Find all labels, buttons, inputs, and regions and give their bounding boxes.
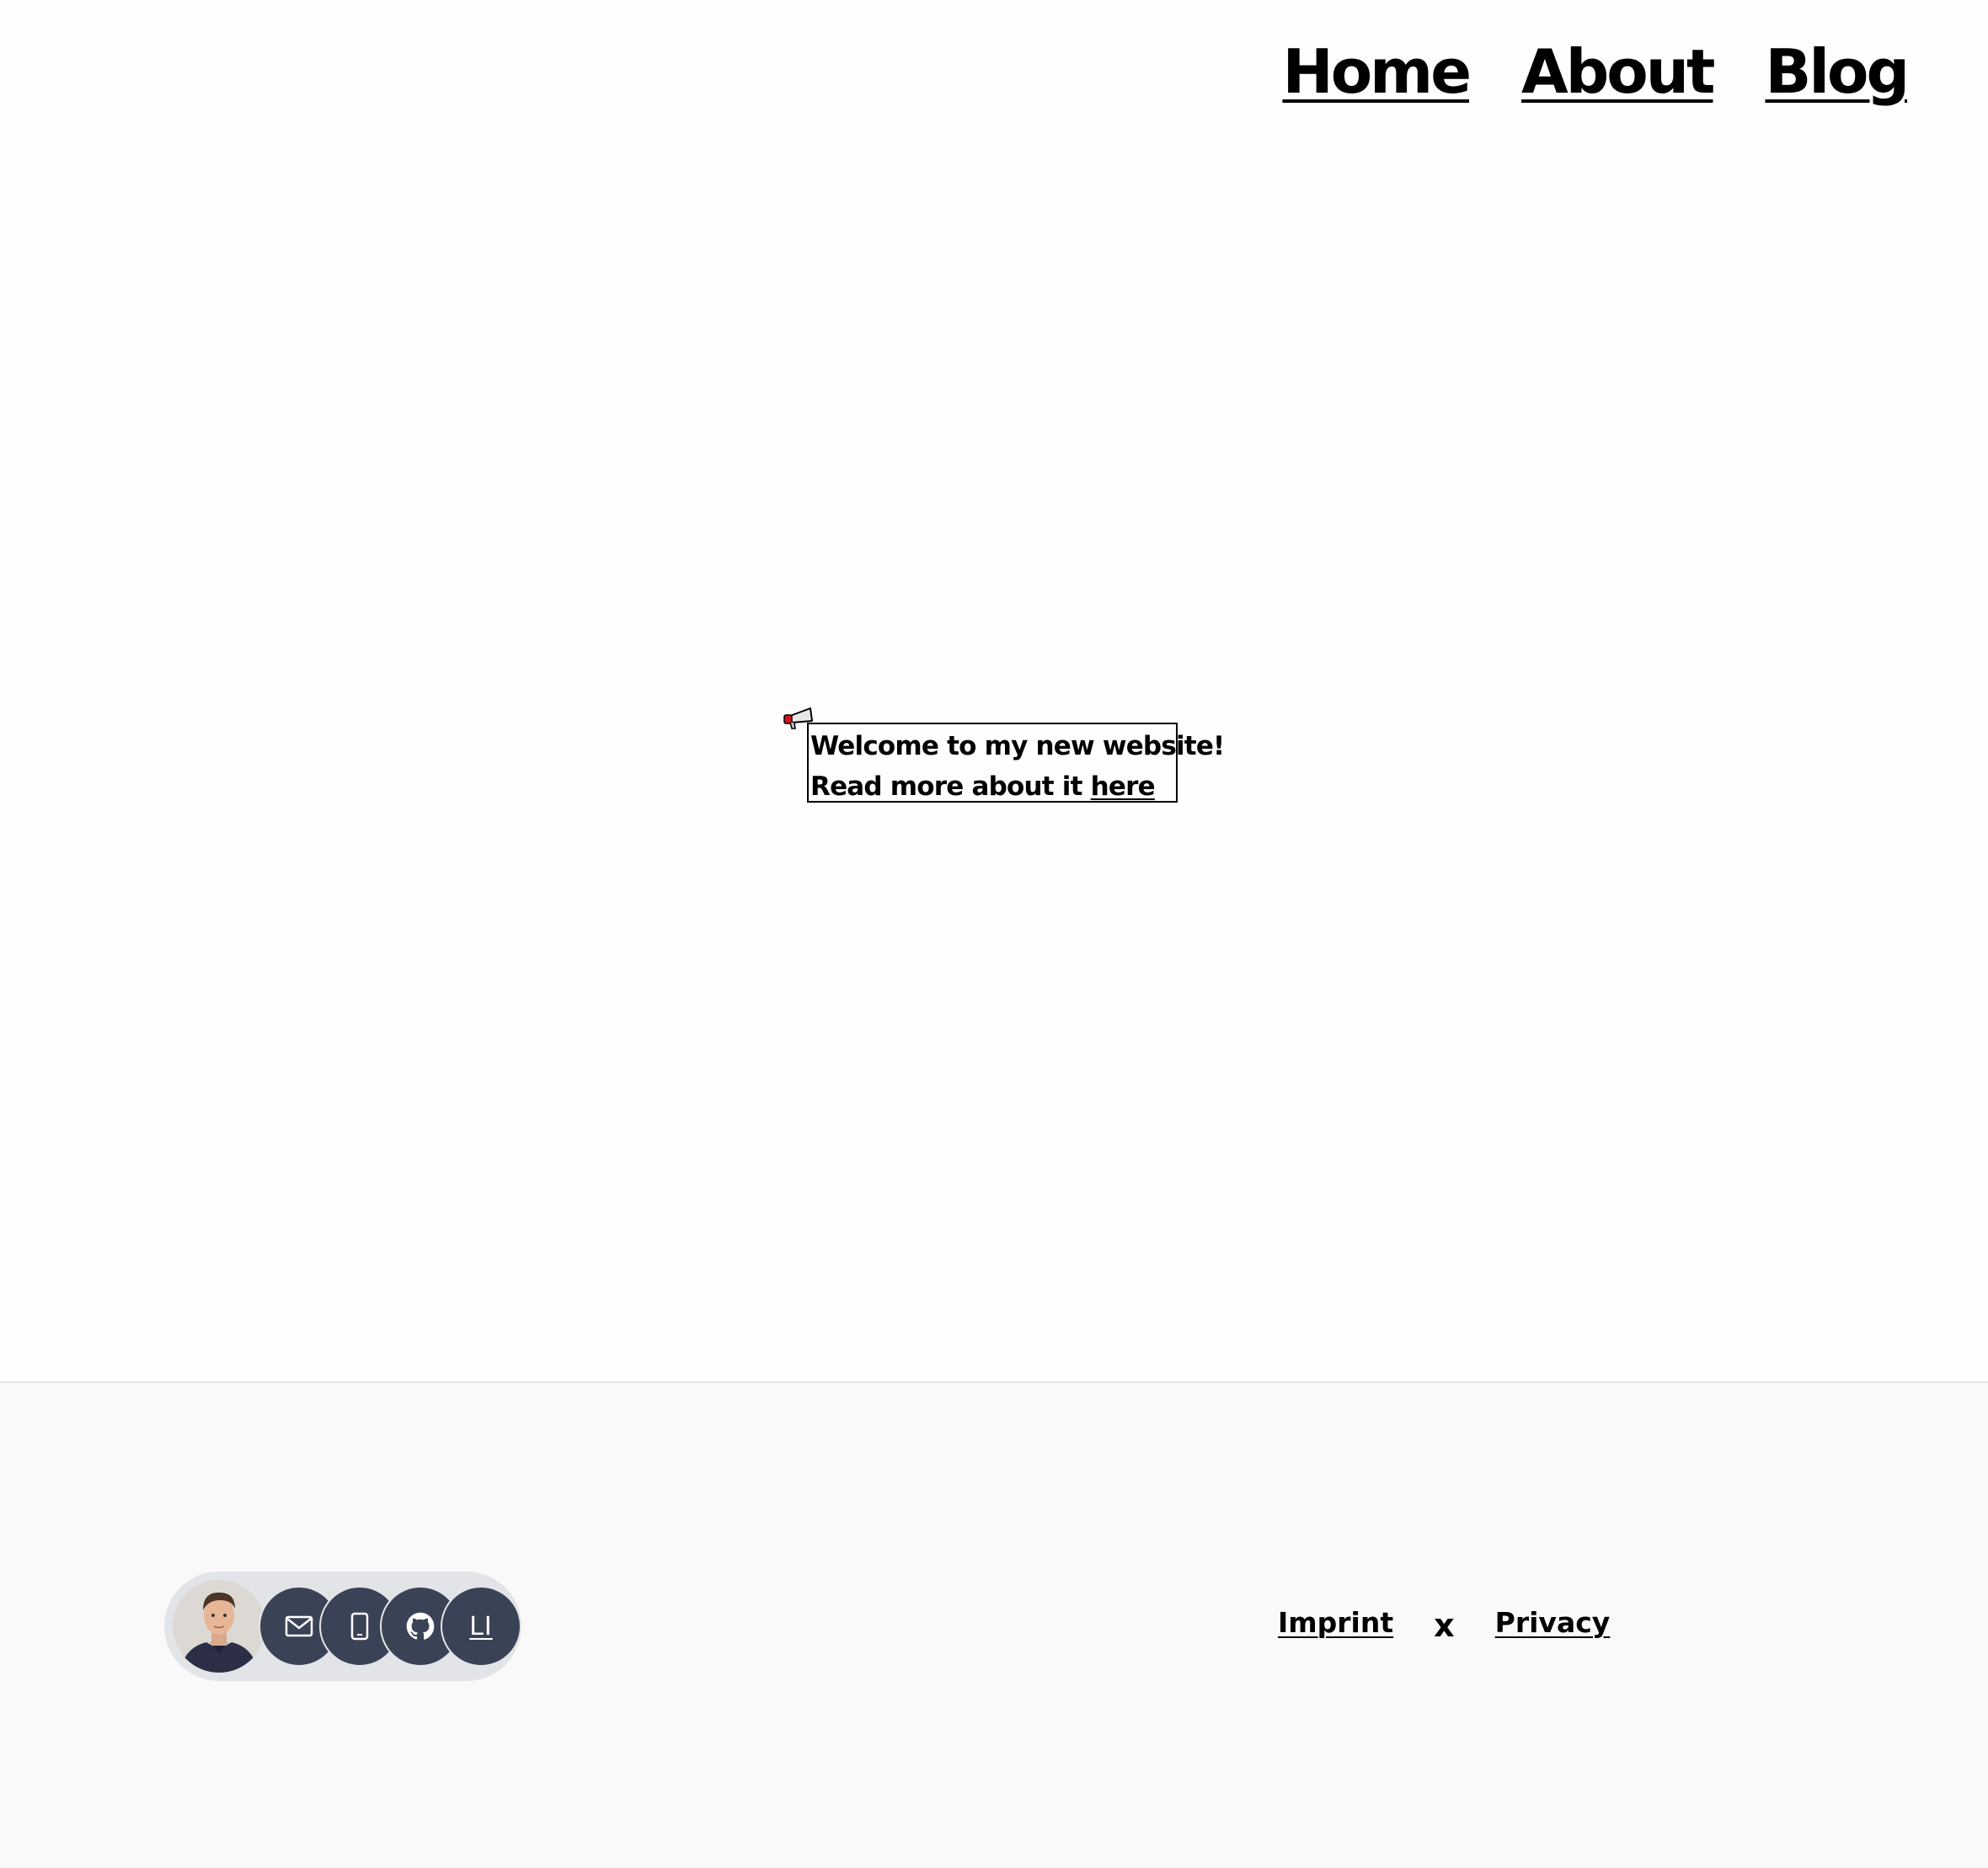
page: Home About Blog Welcome to my new websit… <box>0 0 1988 1868</box>
github-icon <box>406 1612 435 1640</box>
linkedin-button[interactable]: LI <box>441 1586 521 1667</box>
announcement-link[interactable]: here <box>1091 771 1156 802</box>
imprint-link[interactable]: Imprint <box>1278 1606 1393 1639</box>
privacy-link[interactable]: Privacy <box>1495 1606 1611 1639</box>
avatar <box>173 1580 265 1673</box>
footer-separator: x <box>1434 1607 1455 1644</box>
footer: LI Imprint x Privacy <box>0 1381 1988 1868</box>
nav-link-about[interactable]: About <box>1521 35 1715 108</box>
announcement-text: Read more about it here <box>810 766 1176 807</box>
footer-links: Imprint x Privacy <box>1278 1604 1611 1645</box>
announcement-box: Welcome to my new website! Read more abo… <box>807 723 1225 803</box>
announcement-text-prefix: Read more about it <box>810 771 1091 802</box>
nav-link-blog[interactable]: Blog <box>1765 35 1910 108</box>
phone-icon <box>350 1612 369 1641</box>
contact-pill: LI <box>164 1572 521 1681</box>
linkedin-icon: LI <box>469 1611 493 1641</box>
profile-photo <box>173 1580 265 1673</box>
top-navigation: Home About Blog <box>1282 35 1910 108</box>
mail-icon <box>285 1615 313 1637</box>
nav-link-home[interactable]: Home <box>1282 35 1472 108</box>
announcement-title: Welcome to my new website! <box>810 731 1225 761</box>
